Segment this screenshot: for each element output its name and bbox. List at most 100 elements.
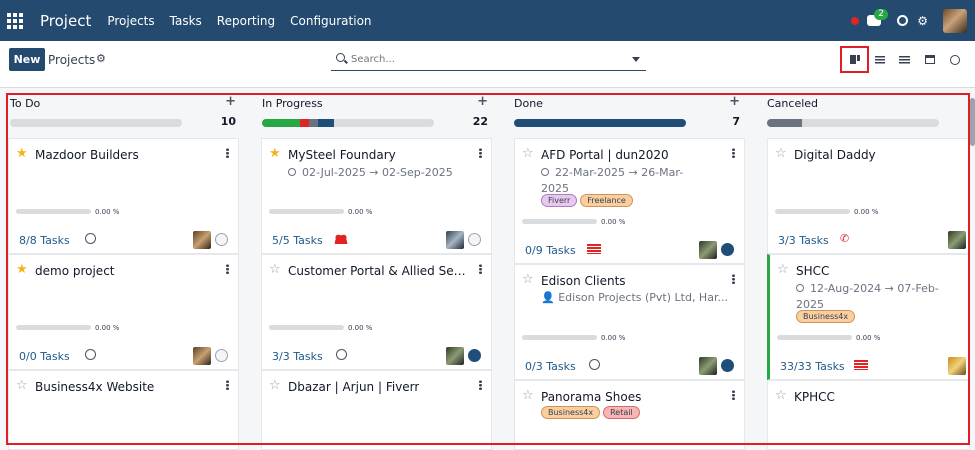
search-input[interactable] bbox=[351, 51, 621, 67]
status-circle-icon[interactable] bbox=[468, 233, 481, 246]
status-dot-icon[interactable] bbox=[851, 16, 860, 25]
new-button[interactable]: New bbox=[9, 48, 45, 71]
star-icon[interactable]: ☆ bbox=[775, 388, 787, 403]
star-icon[interactable]: ★ bbox=[16, 262, 28, 277]
users-icon[interactable] bbox=[334, 234, 348, 244]
tasks-link[interactable]: 0/3 Tasks bbox=[525, 360, 576, 373]
tasks-link[interactable]: 33/33 Tasks bbox=[780, 360, 845, 373]
avatar[interactable] bbox=[446, 231, 464, 249]
flag-icon[interactable] bbox=[587, 244, 601, 254]
column-progress-bar[interactable] bbox=[514, 119, 686, 127]
activity-clock-icon[interactable] bbox=[85, 349, 96, 360]
chat-icon[interactable]: 2 bbox=[867, 9, 888, 26]
progress-segment-red[interactable] bbox=[300, 119, 309, 127]
avatar[interactable] bbox=[948, 357, 966, 375]
progress-segment-blue[interactable] bbox=[318, 119, 334, 127]
tag-business4x[interactable]: Business4x bbox=[796, 310, 856, 323]
status-circle-icon[interactable] bbox=[468, 349, 481, 362]
user-avatar[interactable] bbox=[943, 8, 967, 33]
tasks-link[interactable]: 8/8 Tasks bbox=[19, 234, 70, 247]
gear-icon[interactable]: ⚙ bbox=[96, 52, 106, 65]
activity-clock-view-button[interactable] bbox=[942, 48, 967, 71]
star-icon[interactable]: ☆ bbox=[522, 388, 534, 403]
star-icon[interactable]: ☆ bbox=[522, 272, 534, 287]
avatar[interactable] bbox=[948, 231, 966, 249]
project-card[interactable]: ★ MySteel Foundary 02-Jul-2025 → 02-Sep-… bbox=[261, 138, 492, 254]
column-progress-bar[interactable] bbox=[767, 119, 939, 127]
kebab-menu-icon[interactable] bbox=[732, 274, 735, 284]
menu-reporting[interactable]: Reporting bbox=[217, 14, 275, 28]
avatar[interactable] bbox=[446, 347, 464, 365]
status-circle-icon[interactable] bbox=[215, 349, 228, 362]
progress-segment-green[interactable] bbox=[262, 119, 300, 127]
tasks-link[interactable]: 3/3 Tasks bbox=[272, 350, 323, 363]
project-card[interactable]: ☆ Panorama Shoes Business4x Retail bbox=[514, 380, 745, 450]
progress-segment-blue[interactable] bbox=[514, 119, 686, 127]
star-icon[interactable]: ★ bbox=[269, 146, 281, 161]
activity-clock-icon[interactable] bbox=[85, 233, 96, 244]
tag-business4x[interactable]: Business4x bbox=[541, 406, 601, 419]
project-card[interactable]: ☆ AFD Portal | dun2020 22-Mar-2025 → 26-… bbox=[514, 138, 745, 264]
add-card-icon[interactable]: + bbox=[729, 94, 740, 109]
activity-clock-icon[interactable] bbox=[336, 349, 347, 360]
project-card[interactable]: ☆ Dbazar | Arjun | Fiverr bbox=[261, 370, 492, 450]
tag-freelance[interactable]: Freelance bbox=[580, 194, 633, 207]
kanban-view-button[interactable] bbox=[840, 46, 869, 73]
progress-segment-grey[interactable] bbox=[309, 119, 318, 127]
star-icon[interactable]: ☆ bbox=[269, 378, 281, 393]
avatar[interactable] bbox=[193, 347, 211, 365]
project-card[interactable]: ☆ Customer Portal & Allied Servi... 0.00… bbox=[261, 254, 492, 370]
kebab-menu-icon[interactable] bbox=[479, 264, 482, 274]
menu-tasks[interactable]: Tasks bbox=[170, 14, 202, 28]
star-icon[interactable]: ☆ bbox=[16, 378, 28, 393]
add-card-icon[interactable]: + bbox=[477, 94, 488, 109]
star-icon[interactable]: ☆ bbox=[777, 262, 789, 277]
scrollbar[interactable] bbox=[970, 98, 975, 146]
add-card-icon[interactable]: + bbox=[225, 94, 236, 109]
kebab-menu-icon[interactable] bbox=[479, 148, 482, 158]
project-card[interactable]: ☆ SHCC 12-Aug-2024 → 07-Feb-2025 Busines… bbox=[767, 254, 970, 380]
switch-company-icon[interactable]: ⚙ bbox=[917, 14, 928, 28]
star-icon[interactable]: ☆ bbox=[269, 262, 281, 277]
status-circle-icon[interactable] bbox=[215, 233, 228, 246]
activity-view-button[interactable] bbox=[892, 48, 917, 71]
menu-projects[interactable]: Projects bbox=[107, 14, 154, 28]
tag-retail[interactable]: Retail bbox=[603, 406, 640, 419]
flag-icon[interactable] bbox=[854, 360, 868, 370]
chevron-down-icon[interactable] bbox=[632, 57, 640, 62]
kebab-menu-icon[interactable] bbox=[226, 264, 229, 274]
kebab-menu-icon[interactable] bbox=[226, 380, 229, 390]
kebab-menu-icon[interactable] bbox=[732, 148, 735, 158]
status-circle-icon[interactable] bbox=[721, 243, 734, 256]
kebab-menu-icon[interactable] bbox=[732, 390, 735, 400]
menu-configuration[interactable]: Configuration bbox=[290, 14, 371, 28]
avatar[interactable] bbox=[699, 357, 717, 375]
progress-segment-grey[interactable] bbox=[767, 119, 802, 127]
project-card[interactable]: ☆ Digital Daddy 0.00 % 3/3 Tasks ✆ bbox=[767, 138, 970, 254]
star-icon[interactable]: ★ bbox=[16, 146, 28, 161]
phone-icon[interactable]: ✆ bbox=[840, 233, 850, 244]
app-brand[interactable]: Project bbox=[40, 12, 91, 30]
project-card[interactable]: ★ demo project 0.00 % 0/0 Tasks bbox=[8, 254, 239, 370]
project-card[interactable]: ☆ Business4x Website bbox=[8, 370, 239, 450]
activity-clock-icon[interactable] bbox=[897, 15, 909, 26]
tag-fiverr[interactable]: Fiverr bbox=[541, 194, 578, 207]
project-card[interactable]: ☆ KPHCC bbox=[767, 380, 970, 450]
tasks-link[interactable]: 5/5 Tasks bbox=[272, 234, 323, 247]
tasks-link[interactable]: 3/3 Tasks bbox=[778, 234, 829, 247]
activity-clock-icon[interactable] bbox=[589, 359, 600, 370]
star-icon[interactable]: ☆ bbox=[522, 146, 534, 161]
project-card[interactable]: ★ Mazdoor Builders 0.00 % 8/8 Tasks bbox=[8, 138, 239, 254]
project-card[interactable]: ☆ Edison Clients 👤 Edison Projects (Pvt)… bbox=[514, 264, 745, 380]
avatar[interactable] bbox=[699, 241, 717, 259]
tasks-link[interactable]: 0/9 Tasks bbox=[525, 244, 576, 257]
star-icon[interactable]: ☆ bbox=[775, 146, 787, 161]
kebab-menu-icon[interactable] bbox=[479, 380, 482, 390]
tasks-link[interactable]: 0/0 Tasks bbox=[19, 350, 70, 363]
apps-menu-icon[interactable] bbox=[7, 12, 23, 29]
column-progress-bar[interactable] bbox=[262, 119, 434, 127]
column-progress-bar[interactable] bbox=[10, 119, 182, 127]
calendar-view-button[interactable] bbox=[917, 48, 942, 71]
status-circle-icon[interactable] bbox=[721, 359, 734, 372]
list-view-button[interactable] bbox=[867, 48, 892, 71]
